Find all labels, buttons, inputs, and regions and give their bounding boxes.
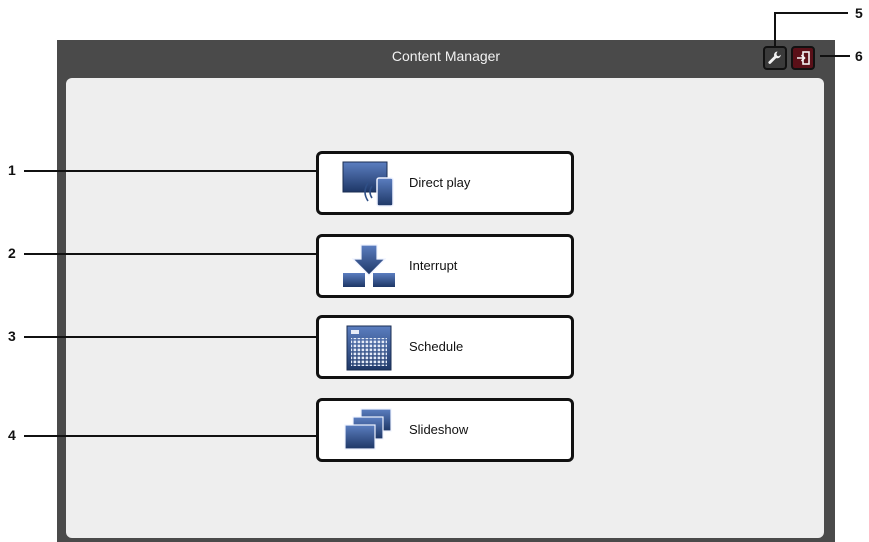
wrench-icon [768,51,781,64]
callout-line-3 [24,336,318,338]
direct-play-label: Direct play [409,175,471,190]
window-title: Content Manager [391,48,501,64]
callout-1: 1 [8,162,16,178]
interrupt-icon [343,244,395,287]
callout-line-4 [24,435,318,437]
callout-line-5-vertical [774,12,776,46]
callout-3: 3 [8,328,16,344]
direct-play-icon [342,161,394,207]
callout-line-2 [24,253,318,255]
slideshow-label: Slideshow [409,422,469,437]
slideshow-button[interactable]: Slideshow [316,398,574,462]
callout-6: 6 [855,48,863,64]
callout-4: 4 [8,427,16,443]
schedule-button[interactable]: Schedule [316,315,574,379]
content-panel [66,78,824,538]
interrupt-button[interactable]: Interrupt [316,234,574,298]
direct-play-button[interactable]: Direct play [316,151,574,215]
title-bar: Content Manager [57,40,835,76]
callout-line-5 [774,12,848,14]
exit-button[interactable] [791,46,815,70]
schedule-label: Schedule [409,339,464,354]
callout-2: 2 [8,245,16,261]
interrupt-label: Interrupt [409,258,458,273]
slideshow-icon [344,408,392,450]
callout-5: 5 [855,5,863,21]
callout-line-6 [820,55,850,57]
schedule-icon [346,325,392,371]
settings-button[interactable] [763,46,787,70]
exit-icon [797,51,810,65]
callout-line-1 [24,170,318,172]
